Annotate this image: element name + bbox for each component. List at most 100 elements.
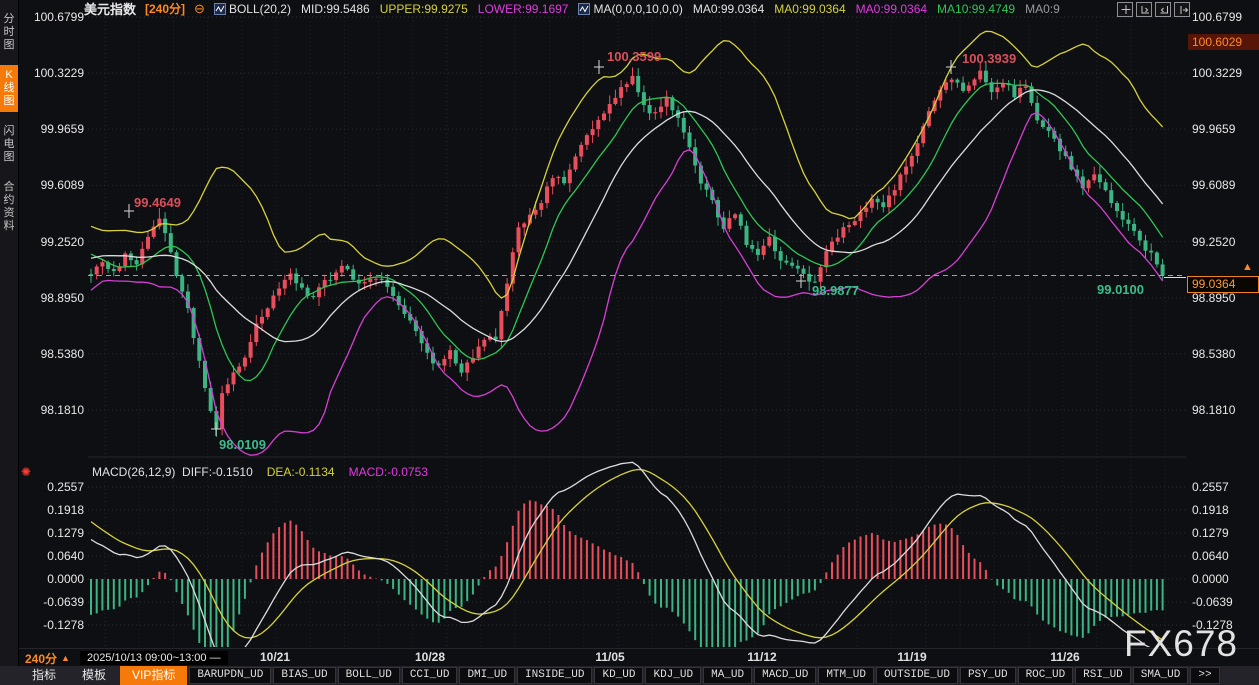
toolbar-tab-3[interactable]: VIP指标	[120, 666, 187, 685]
macd-axis-label-left: 0.0000	[18, 572, 84, 586]
chart-nav-icons	[1117, 2, 1190, 17]
main-chart-canvas[interactable]	[0, 0, 1259, 685]
price-axis-label-right: 98.5380	[1192, 347, 1258, 361]
macd-axis-label-left: 0.2557	[18, 480, 84, 494]
price-axis-label-left: 99.9659	[18, 122, 84, 136]
more-indicators-button[interactable]: >>	[1190, 667, 1219, 684]
period-chip[interactable]: 240分	[25, 650, 57, 667]
date-tick-label: 11/26	[1050, 650, 1079, 664]
sidebar-item-1[interactable]: 分时图	[0, 9, 18, 56]
mini-chart-icon	[578, 3, 590, 15]
price-axis-label-left: 99.2520	[18, 235, 84, 249]
date-tick-label: 11/19	[897, 650, 926, 664]
indicator-button[interactable]: PSY_UD	[960, 667, 1016, 684]
indicator-button[interactable]: BIAS_UD	[273, 667, 335, 684]
indicator-button[interactable]: BARUPDN_UD	[189, 667, 271, 684]
header-readout: MA0:99.0364	[856, 2, 927, 16]
indicator-button[interactable]: KD_UD	[594, 667, 643, 684]
indicator-readouts: BOLL(20,2) MID:99.5486 UPPER:99.9275 LOWER:…	[214, 2, 1060, 16]
macd-header: MACD(26,12,9) DIFF:-0.1510 DEA:-0.1134 M…	[0, 465, 428, 479]
date-tick-label: 11/05	[595, 650, 624, 664]
macd-dea-value: DEA:-0.1134	[267, 465, 335, 479]
mini-chart-icon	[214, 3, 226, 15]
header-readout: BOLL(20,2)	[214, 2, 291, 16]
price-axis-label-right: 99.9659	[1192, 122, 1258, 136]
indicator-button[interactable]: DMI_UD	[459, 667, 515, 684]
header-readout: MA(0,0,0,10,0,0)	[578, 2, 682, 16]
axis-zoom-left-icon[interactable]	[1136, 2, 1152, 17]
indicator-button[interactable]: MA_UD	[703, 667, 752, 684]
indicator-button[interactable]: OUTSIDE_UD	[876, 667, 958, 684]
macd-axis-label-right: 0.2557	[1192, 480, 1258, 494]
header-readout-text: MID:99.5486	[301, 2, 370, 16]
header-readout: LOWER:99.1697	[478, 2, 569, 16]
macd-hist-value: MACD:-0.0753	[349, 465, 428, 479]
price-axis-label-left: 98.1810	[18, 403, 84, 417]
price-axis-label-right: 100.3229	[1192, 66, 1258, 80]
grid-lines	[88, 17, 1186, 646]
indicator-button[interactable]: RSI_UD	[1075, 667, 1131, 684]
header-readout: MA10:99.4749	[937, 2, 1015, 16]
indicator-button[interactable]: BOLL_UD	[338, 667, 400, 684]
price-annotation: 98.0109	[219, 437, 266, 452]
macd-axis-label-right: 0.0640	[1192, 549, 1258, 563]
last-price-badge: 99.0364	[1187, 276, 1259, 293]
pan-icon[interactable]	[1117, 2, 1133, 17]
period-label: [240分]	[145, 0, 185, 17]
price-annotation: 99.0100	[1097, 282, 1144, 297]
collapse-circle-minus-icon[interactable]: ⊖	[194, 2, 205, 15]
price-axis-label-left: 98.8950	[18, 291, 84, 305]
header-readout-text: UPPER:99.9275	[380, 2, 468, 16]
price-axis-label-left: 100.3229	[18, 66, 84, 80]
header-readout-text: MA0:9	[1025, 2, 1060, 16]
header-readout: MA0:99.0364	[693, 2, 764, 16]
price-annotation: 98.9877	[812, 283, 859, 298]
axis-zoom-right-icon[interactable]	[1155, 2, 1171, 17]
indicator-button[interactable]: SMA_UD	[1133, 667, 1189, 684]
session-high-badge: 100.6029	[1188, 34, 1259, 50]
toolbar-tab-1[interactable]: 指标	[20, 666, 68, 685]
sidebar-item-2[interactable]: K线图	[0, 65, 18, 112]
date-tick-label: 10/21	[260, 650, 290, 664]
header-readout-text: BOLL(20,2)	[229, 2, 291, 16]
header-readout: UPPER:99.9275	[380, 2, 468, 16]
price-axis-label-left: 98.5380	[18, 347, 84, 361]
header-readout: MA0:99.0364	[774, 2, 845, 16]
macd-axis-label-left: 0.1279	[18, 526, 84, 540]
indicator-button[interactable]: CCI_UD	[402, 667, 458, 684]
trading-app-window: 分时图K线图闪电图合约资料 美元指数 [240分] ⊖ BOLL(20,2)MI…	[0, 0, 1259, 685]
macd-axis-label-right: 0.1279	[1192, 526, 1258, 540]
sidebar: 分时图 K线图闪电图合约资料	[0, 0, 19, 685]
date-tick-label: 10/28	[415, 650, 445, 664]
header-readout-text: MA(0,0,0,10,0,0)	[593, 2, 682, 16]
indicator-button[interactable]: ROC_UD	[1018, 667, 1074, 684]
shift-right-icon[interactable]	[1174, 2, 1190, 17]
sidebar-item-3[interactable]: 闪电图	[0, 121, 18, 168]
header-readout-text: LOWER:99.1697	[478, 2, 569, 16]
chart-header: 美元指数 [240分] ⊖ BOLL(20,2)MID:99.5486UPPER…	[18, 0, 1259, 17]
price-axis-label-left: 99.6089	[18, 178, 84, 192]
indicator-button[interactable]: KDJ_UD	[645, 667, 701, 684]
price-annotation: 100.3599	[607, 49, 661, 64]
price-annotation: 99.4649	[134, 195, 181, 210]
header-readout-text: MA0:99.0364	[774, 2, 845, 16]
price-annotation: 100.3939	[962, 51, 1016, 66]
date-tick-label: 11/12	[747, 650, 776, 664]
macd-axis-label-left: 0.0640	[18, 549, 84, 563]
toolbar-tab-2[interactable]: 模板	[70, 666, 118, 685]
sidebar-item-4[interactable]: 合约资料	[0, 177, 18, 237]
indicator-button[interactable]: MACD_UD	[754, 667, 816, 684]
indicator-button[interactable]: INSIDE_UD	[517, 667, 592, 684]
price-up-arrow-icon: ▲	[1242, 261, 1253, 273]
indicator-button[interactable]: MTM_UD	[818, 667, 874, 684]
macd-axis-label-right: 0.0000	[1192, 572, 1258, 586]
bar-info-box: 2025/10/13 09:00~13:00 —	[80, 651, 228, 665]
header-readout-text: MA10:99.4749	[937, 2, 1015, 16]
macd-title: MACD(26,12,9) DIFF:-0.1510	[92, 465, 253, 479]
period-arrow-icon: ▲	[61, 653, 70, 663]
price-axis-label-right: 99.2520	[1192, 235, 1258, 249]
header-readout-text: MA0:99.0364	[693, 2, 764, 16]
macd-axis-label-right: -0.0639	[1192, 595, 1258, 609]
indicator-toolbar: 指标模板VIP指标BARUPDN_UDBIAS_UDBOLL_UDCCI_UDD…	[0, 666, 1259, 685]
macd-axis-label-right: 0.1918	[1192, 503, 1258, 517]
